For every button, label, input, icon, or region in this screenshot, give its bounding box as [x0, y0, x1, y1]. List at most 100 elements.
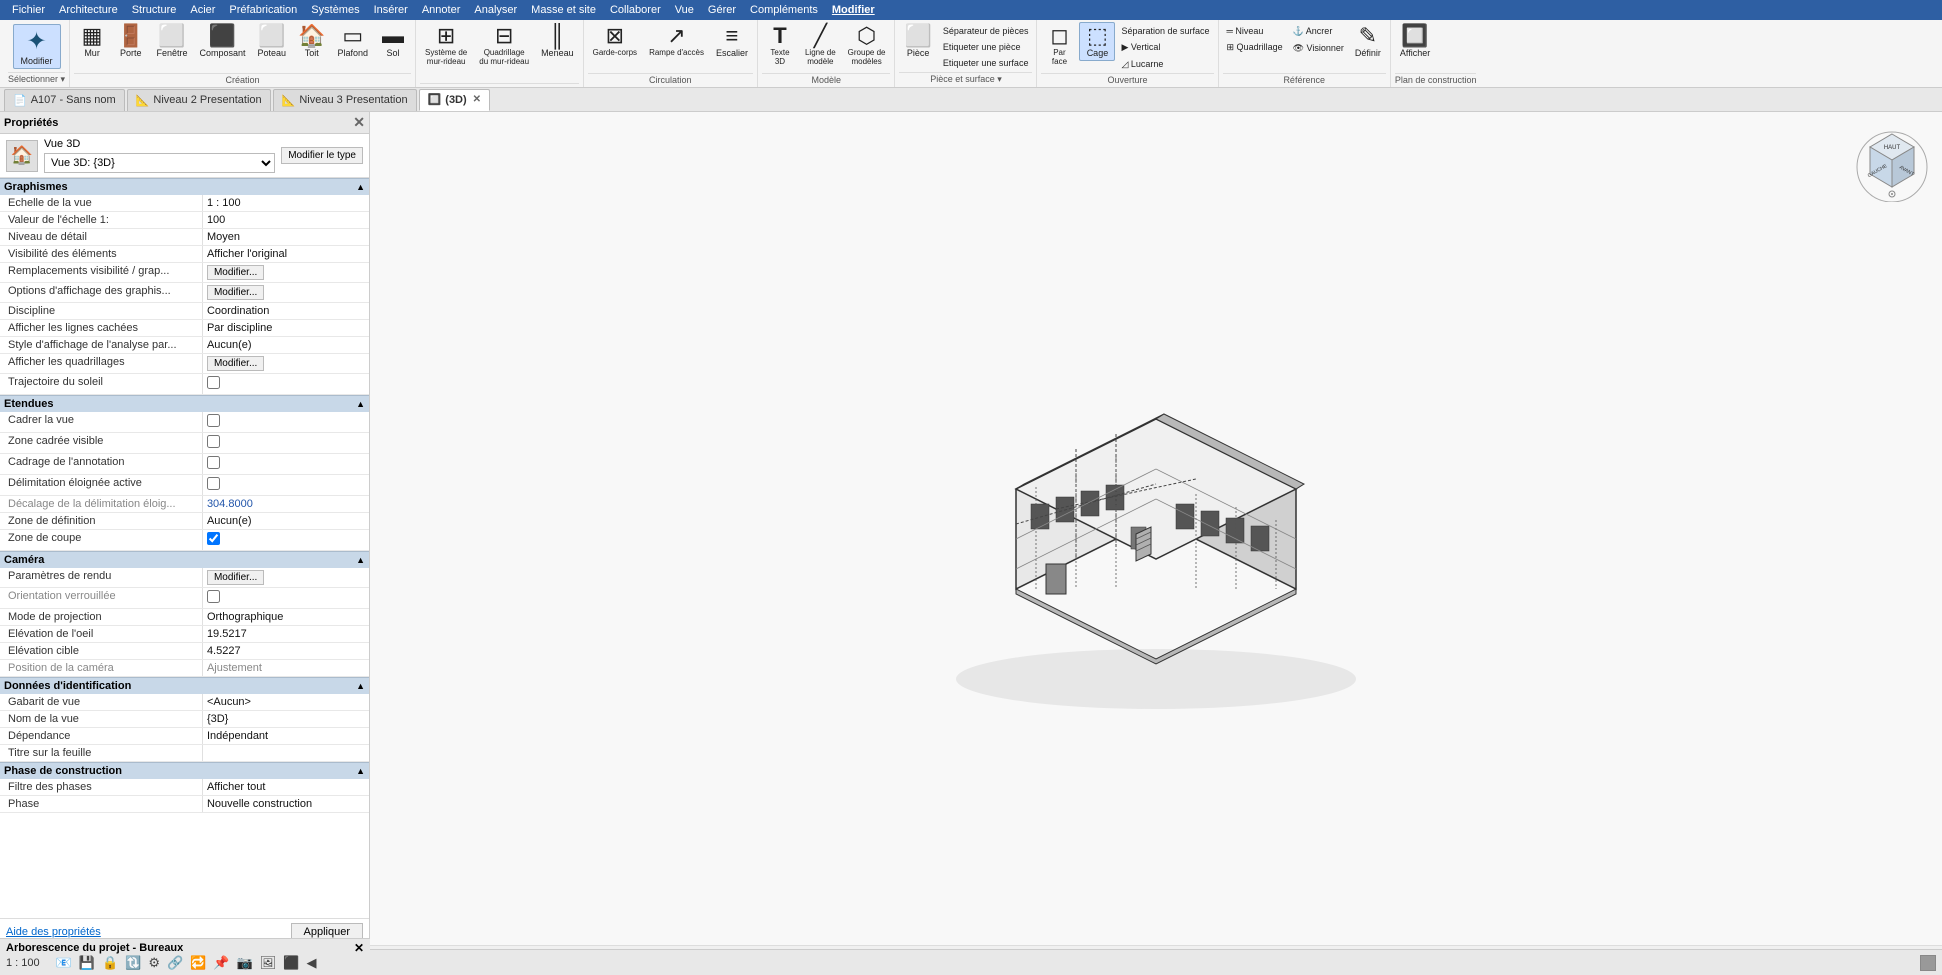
- menu-structure[interactable]: Structure: [126, 4, 183, 16]
- ligne-modele-button[interactable]: ╱Ligne demodèle: [800, 22, 841, 73]
- section-phase-construction[interactable]: Phase de construction ▲: [0, 762, 369, 779]
- section-graphismes[interactable]: Graphismes ▲: [0, 178, 369, 195]
- menu-annoter[interactable]: Annoter: [416, 4, 467, 16]
- help-link[interactable]: Aide des propriétés: [6, 926, 101, 938]
- zone-coupe-checkbox[interactable]: [207, 532, 220, 545]
- status-icon-gear[interactable]: ⚙: [146, 954, 162, 972]
- status-icon-square[interactable]: ⬛: [281, 954, 301, 972]
- tab-a107[interactable]: 📄 A107 - Sans nom: [4, 89, 125, 111]
- poteau-button[interactable]: ⬜Poteau: [253, 22, 292, 73]
- section-camera[interactable]: Caméra ▲: [0, 551, 369, 568]
- piece-button[interactable]: ⬜Pièce: [899, 22, 936, 61]
- zone-cadree-checkbox[interactable]: [207, 435, 220, 448]
- garde-corps-button[interactable]: ⊠Garde-corps: [588, 22, 642, 73]
- nav-cube[interactable]: HAUT GAUCHE AVANT: [1852, 122, 1932, 202]
- properties-panel: Propriétés ✕ 🏠 Vue 3D Vue 3D: {3D} Modif…: [0, 112, 370, 945]
- delimitation-eloignee-checkbox[interactable]: [207, 477, 220, 490]
- systeme-mur-rideau-button[interactable]: ⊞Système demur-rideau: [420, 22, 472, 83]
- menu-vue[interactable]: Vue: [669, 4, 700, 16]
- vertical-button[interactable]: ▶ Vertical: [1117, 40, 1213, 55]
- status-icon-lock[interactable]: 🔒: [100, 954, 120, 972]
- status-icon-frame[interactable]: 🖼: [258, 954, 279, 972]
- fenetre-button[interactable]: ⬜Fenêtre: [151, 22, 192, 73]
- tab-3d[interactable]: 🔲 (3D) ✕: [419, 89, 490, 111]
- menu-modifier[interactable]: Modifier: [826, 4, 881, 16]
- mur-button[interactable]: ▦Mur: [74, 22, 110, 73]
- modifier-button[interactable]: ✦ Modifier: [13, 24, 61, 69]
- viewport[interactable]: HAUT GAUCHE AVANT: [370, 112, 1942, 945]
- menu-gerer[interactable]: Gérer: [702, 4, 742, 16]
- menu-acier[interactable]: Acier: [184, 4, 221, 16]
- escalier-button[interactable]: ≡Escalier: [711, 22, 753, 73]
- status-icon-camera[interactable]: 📷: [235, 954, 255, 972]
- menu-systemes[interactable]: Systèmes: [305, 4, 365, 16]
- tab-niveau3[interactable]: 📐 Niveau 3 Presentation: [273, 89, 417, 111]
- etiqueter-piece-button[interactable]: Etiqueter une pièce: [939, 40, 1033, 54]
- menu-prefabrication[interactable]: Préfabrication: [223, 4, 303, 16]
- plan-construction-group: 🔲Afficher Plan de construction: [1391, 20, 1481, 87]
- toit-button[interactable]: 🏠Toit: [293, 22, 330, 73]
- plafond-button[interactable]: ▭Plafond: [332, 22, 373, 73]
- ribbon-top-bar: Fichier Architecture Structure Acier Pré…: [0, 0, 1942, 20]
- status-icon-save[interactable]: 💾: [77, 954, 97, 972]
- visionner-button[interactable]: 👁 Visionner: [1289, 41, 1348, 56]
- definir-button[interactable]: ✎Définir: [1350, 22, 1386, 61]
- status-icon-rotate[interactable]: 🔃: [123, 954, 143, 972]
- status-icon-link[interactable]: 🔗: [165, 954, 185, 972]
- meneau-button[interactable]: ║Meneau: [536, 22, 579, 83]
- menu-collaborer[interactable]: Collaborer: [604, 4, 667, 16]
- ouverture-label: Ouverture: [1041, 73, 1213, 85]
- composant-button[interactable]: ⬛Composant: [195, 22, 251, 73]
- remplacements-modify-btn[interactable]: Modifier...: [207, 265, 264, 280]
- cage-button[interactable]: ⬚Cage: [1079, 22, 1115, 61]
- prop-cadrer-vue: Cadrer la vue: [0, 412, 369, 433]
- menu-analyser[interactable]: Analyser: [468, 4, 523, 16]
- menu-inserer[interactable]: Insérer: [368, 4, 414, 16]
- cadrage-annotation-checkbox[interactable]: [207, 456, 220, 469]
- orientation-checkbox[interactable]: [207, 590, 220, 603]
- panel-close-button[interactable]: ✕: [353, 114, 365, 131]
- par-face-button[interactable]: ◻Parface: [1041, 22, 1077, 69]
- view-3d-icon: 🏠: [6, 140, 38, 172]
- status-icon-pin[interactable]: 📌: [211, 954, 231, 972]
- cadrer-vue-checkbox[interactable]: [207, 414, 220, 427]
- texte3d-button[interactable]: TTexte3D: [762, 22, 798, 73]
- creation-group: ▦Mur 🚪Porte ⬜Fenêtre ⬛Composant ⬜Poteau …: [70, 20, 416, 87]
- trajectoire-soleil-checkbox[interactable]: [207, 376, 220, 389]
- status-icon-refresh[interactable]: 🔁: [188, 954, 208, 972]
- tree-close-button[interactable]: ✕: [354, 941, 364, 955]
- prop-nom-vue: Nom de la vue {3D}: [0, 711, 369, 728]
- status-icon-back[interactable]: ◀: [305, 954, 319, 972]
- reference-label: Référence: [1223, 73, 1386, 85]
- tab-3d-close[interactable]: ✕: [473, 94, 481, 105]
- rendu-modify-btn[interactable]: Modifier...: [207, 570, 264, 585]
- prop-options-affichage: Options d'affichage des graphis... Modif…: [0, 283, 369, 303]
- menu-complements[interactable]: Compléments: [744, 4, 824, 16]
- prop-zone-cadree: Zone cadrée visible: [0, 433, 369, 454]
- quadrillage-ref-button[interactable]: ⊞ Quadrillage: [1223, 40, 1287, 55]
- groupe-modeles-button[interactable]: ⬡Groupe demodèles: [843, 22, 891, 73]
- menu-architecture[interactable]: Architecture: [53, 4, 124, 16]
- etiqueter-surface-button[interactable]: Etiqueter une surface: [939, 56, 1033, 70]
- modify-type-button[interactable]: Modifier le type: [281, 147, 363, 164]
- niveau-button[interactable]: ═ Niveau: [1223, 24, 1287, 38]
- separation-surface-button[interactable]: Séparation de surface: [1117, 24, 1213, 38]
- quadrillages-modify-btn[interactable]: Modifier...: [207, 356, 264, 371]
- tab-niveau2[interactable]: 📐 Niveau 2 Presentation: [127, 89, 271, 111]
- view-dropdown[interactable]: Vue 3D: {3D}: [44, 153, 275, 173]
- status-icon-email[interactable]: 📧: [54, 954, 74, 972]
- quadrillage-mur-rideau-button[interactable]: ⊟Quadrillagedu mur-rideau: [474, 22, 534, 83]
- section-donnees-identification[interactable]: Données d'identification ▲: [0, 677, 369, 694]
- sol-button[interactable]: ▬Sol: [375, 22, 411, 73]
- building-3d-view: [916, 339, 1396, 719]
- separateur-pieces-button[interactable]: Séparateur de pièces: [939, 24, 1033, 38]
- menu-fichier[interactable]: Fichier: [6, 4, 51, 16]
- rampe-button[interactable]: ↗Rampe d'accès: [644, 22, 709, 73]
- section-etendues[interactable]: Etendues ▲: [0, 395, 369, 412]
- afficher-button[interactable]: 🔲Afficher: [1395, 22, 1435, 73]
- menu-masse[interactable]: Masse et site: [525, 4, 602, 16]
- options-affichage-modify-btn[interactable]: Modifier...: [207, 285, 264, 300]
- lucarne-button[interactable]: ◿ Lucarne: [1117, 57, 1213, 72]
- porte-button[interactable]: 🚪Porte: [112, 22, 149, 73]
- ancrer-button[interactable]: ⚓ Ancrer: [1289, 24, 1348, 39]
